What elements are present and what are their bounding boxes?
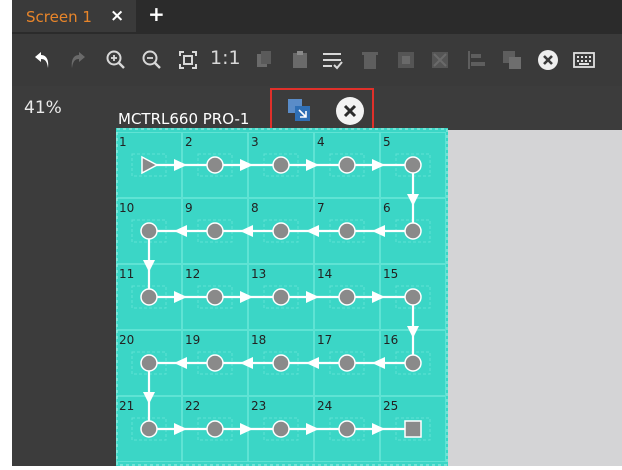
screen-canvas[interactable]: 41% MCTRL660 PRO-1 1 2 3 4 5 10 9 8 7 6 11 12 13 14 15… xyxy=(12,86,622,466)
connection-node xyxy=(404,222,422,240)
redo-icon[interactable] xyxy=(64,48,88,72)
connection-node xyxy=(206,288,224,306)
close-layout-button[interactable] xyxy=(335,96,365,126)
connection-node xyxy=(338,288,356,306)
cascade-icon[interactable] xyxy=(500,48,524,72)
cabinet-number: 14 xyxy=(317,267,332,281)
tab-label: Screen 1 xyxy=(26,8,92,26)
cabinet-number: 20 xyxy=(119,333,134,347)
connection-node xyxy=(206,354,224,372)
cabinet-number: 4 xyxy=(317,135,325,149)
connection-node xyxy=(404,156,422,174)
actual-size-icon[interactable]: 1:1 xyxy=(210,47,241,69)
connection-node xyxy=(206,222,224,240)
select-icon[interactable] xyxy=(394,48,418,72)
connection-node xyxy=(272,354,290,372)
cabinet-number: 25 xyxy=(383,399,398,413)
cabinet-number: 22 xyxy=(185,399,200,413)
cabinet-number: 18 xyxy=(251,333,266,347)
cabinet-number: 8 xyxy=(251,201,259,215)
connection-node xyxy=(140,354,158,372)
cabinet-number: 15 xyxy=(383,267,398,281)
cabinet-number: 5 xyxy=(383,135,391,149)
cabinet-number: 10 xyxy=(119,201,134,215)
copy-icon[interactable] xyxy=(252,48,276,72)
cabinet-number: 12 xyxy=(185,267,200,281)
delete-icon[interactable] xyxy=(358,48,382,72)
cabinet-number: 13 xyxy=(251,267,266,281)
tab-bar: Screen 1 × + xyxy=(12,0,622,34)
connection-node xyxy=(140,222,158,240)
paste-icon[interactable] xyxy=(288,48,312,72)
empty-canvas-area xyxy=(448,130,622,466)
cabinet-number: 1 xyxy=(119,135,127,149)
zoom-out-icon[interactable] xyxy=(140,48,164,72)
zoom-level: 41% xyxy=(24,98,62,118)
connection-node xyxy=(338,354,356,372)
cabinet-number: 23 xyxy=(251,399,266,413)
sending-card-label: MCTRL660 PRO-1 xyxy=(118,110,250,128)
cabinet-number: 7 xyxy=(317,201,325,215)
toolbar: 1:1 xyxy=(12,34,622,86)
undo-icon[interactable] xyxy=(32,48,56,72)
cabinet-number: 17 xyxy=(317,333,332,347)
connection-node xyxy=(338,420,356,438)
cabinet-number: 9 xyxy=(185,201,193,215)
tab-screen-1[interactable]: Screen 1 × xyxy=(12,0,136,32)
cabinet-number: 24 xyxy=(317,399,332,413)
end-node-icon xyxy=(404,420,422,438)
connection-node xyxy=(272,420,290,438)
cabinet-grid[interactable]: 1 2 3 4 5 10 9 8 7 6 11 12 13 14 15 20 19 18 17 16 21 22 23 24 2… xyxy=(116,128,448,466)
deselect-icon[interactable] xyxy=(428,48,452,72)
cabinet-number: 2 xyxy=(185,135,193,149)
cabinet-number: 19 xyxy=(185,333,200,347)
connection-node xyxy=(206,156,224,174)
connection-node xyxy=(338,156,356,174)
cabinet-number: 21 xyxy=(119,399,134,413)
connection-node xyxy=(206,420,224,438)
cabinet-number: 16 xyxy=(383,333,398,347)
keyboard-icon[interactable] xyxy=(572,48,596,72)
add-tab-button[interactable]: + xyxy=(148,2,165,26)
tab-close-icon[interactable]: × xyxy=(110,6,124,26)
connection-node xyxy=(272,222,290,240)
align-icon[interactable] xyxy=(464,48,488,72)
connection-node xyxy=(338,222,356,240)
connection-node xyxy=(140,420,158,438)
close-circle-icon[interactable] xyxy=(536,48,560,72)
connection-node xyxy=(272,156,290,174)
connection-node xyxy=(272,288,290,306)
cabinet-number: 6 xyxy=(383,201,391,215)
connection-node xyxy=(404,288,422,306)
cabinet-grid-svg: 1 2 3 4 510 9 8 7 611 12 13 14 1520 19 18 17 1621 22 23 24 2… xyxy=(116,128,448,466)
copy-layout-button[interactable] xyxy=(286,97,312,123)
cabinet-number: 11 xyxy=(119,267,134,281)
zoom-in-icon[interactable] xyxy=(104,48,128,72)
fit-screen-icon[interactable] xyxy=(176,48,200,72)
connection-node xyxy=(140,288,158,306)
connection-node xyxy=(404,354,422,372)
auto-connect-icon[interactable] xyxy=(320,48,344,72)
cabinet-number: 3 xyxy=(251,135,259,149)
app-window: Screen 1 × + 1:1 41% MCTRL660 PRO-1 1 2 … xyxy=(12,0,622,466)
